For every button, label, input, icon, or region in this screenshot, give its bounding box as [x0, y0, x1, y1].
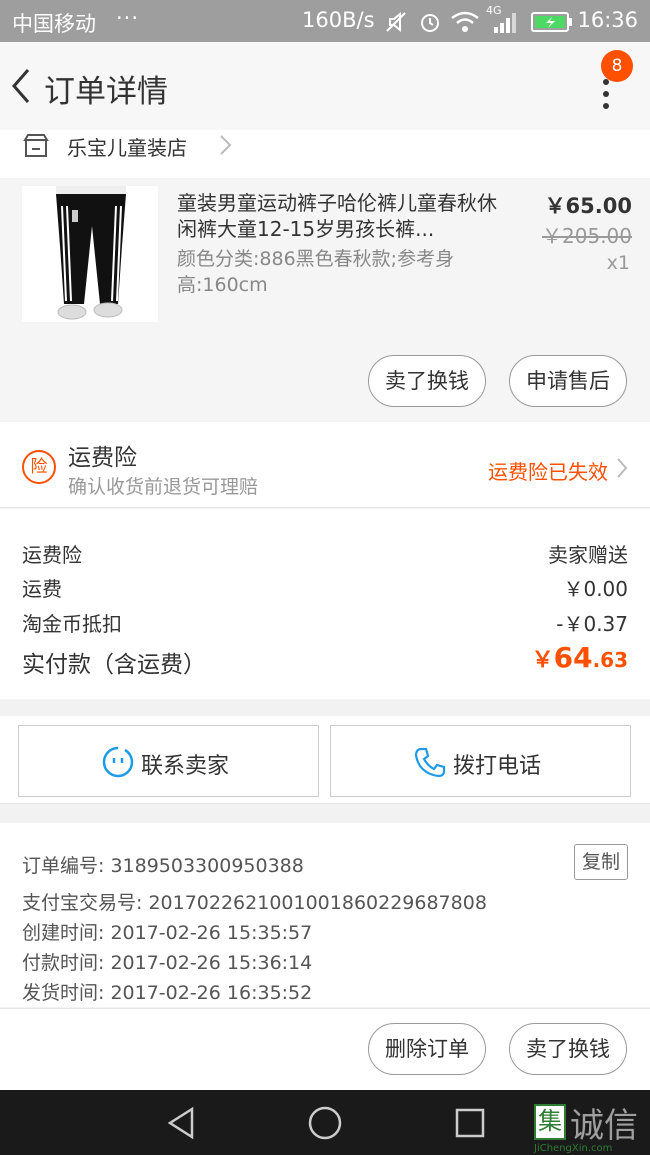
total-amount: ￥64.63 [532, 641, 628, 674]
watermark-text: 诚信 [570, 1106, 638, 1146]
product-thumbnail[interactable] [22, 186, 158, 322]
nav-back-icon[interactable] [166, 1106, 196, 1140]
back-arrow-icon[interactable] [6, 64, 36, 108]
chevron-right-icon [617, 458, 628, 478]
fee-label: 运费 [22, 577, 62, 601]
contact-seller-button[interactable]: 联系卖家 [18, 725, 319, 797]
shipped-time: 发货时间: 2017-02-26 16:35:52 [22, 982, 313, 1004]
status-bar: 中国移动 ··· 160B/s 4G 16:36 [0, 0, 650, 42]
navigation-bar: 订单详情 8 [0, 42, 650, 130]
watermark-url: JiChengXin.com [534, 1143, 613, 1154]
paid-time: 付款时间: 2017-02-26 15:36:14 [22, 952, 313, 974]
insurance-subtitle: 确认收货前退货可理赔 [68, 476, 259, 498]
message-badge: 8 [601, 50, 633, 82]
fee-value: -￥0.37 [556, 612, 628, 636]
fee-value: 卖家赠送 [548, 543, 628, 567]
product-title[interactable]: 童装男童运动裤子哈伦裤儿童春秋休闲裤大童12-15岁男孩长裤... [177, 190, 497, 242]
fee-label: 运费险 [22, 543, 82, 567]
created-time: 创建时间: 2017-02-26 15:35:57 [22, 922, 313, 944]
wifi-icon [451, 11, 479, 32]
nav-home-icon[interactable] [307, 1105, 343, 1141]
product-spec: 颜色分类:886黑色春秋款;参考身高:160cm [177, 248, 455, 296]
pants-image [56, 186, 126, 320]
amount-decimal: .63 [592, 648, 628, 672]
original-price: ￥205.00 [542, 224, 632, 248]
battery-icon [531, 12, 572, 32]
sell-for-cash-button[interactable]: 卖了换钱 [509, 1023, 627, 1075]
total-label: 实付款（含运费） [22, 652, 206, 678]
insurance-icon: 险 [22, 450, 56, 484]
order-info: 订单编号: 3189503300950388 复制 支付宝交易号: 201702… [0, 823, 650, 1007]
chevron-right-icon [220, 135, 232, 155]
call-phone-button[interactable]: 拨打电话 [330, 725, 631, 797]
copy-button[interactable]: 复制 [574, 844, 628, 880]
insurance-status: 运费险已失效 [488, 460, 608, 484]
amount-integer: 64 [553, 641, 593, 674]
insurance-title: 运费险 [68, 445, 137, 471]
apply-after-sales-button[interactable]: 申请售后 [509, 355, 627, 407]
notification-dots: ··· [116, 6, 140, 30]
shop-name: 乐宝儿童装店 [67, 136, 187, 160]
action-bar: 删除订单 卖了换钱 [0, 1008, 650, 1090]
network-speed: 160B/s [302, 8, 375, 32]
delete-order-button[interactable]: 删除订单 [368, 1023, 486, 1075]
fee-value: ￥0.00 [563, 577, 628, 601]
mute-icon [386, 11, 406, 33]
watermark-logo: 集 [534, 1104, 566, 1140]
alarm-icon [421, 14, 439, 32]
phone-icon [414, 747, 446, 778]
shop-row[interactable]: 乐宝儿童装店 [0, 130, 650, 178]
fee-label: 淘金币抵扣 [22, 612, 122, 636]
nav-recents-icon[interactable] [454, 1107, 486, 1139]
clock: 16:36 [577, 8, 638, 32]
carrier-name: 中国移动 [12, 12, 96, 36]
shipping-insurance-row[interactable]: 险 运费险 确认收货前退货可理赔 运费险已失效 [0, 422, 650, 508]
order-number: 订单编号: 3189503300950388 [22, 855, 304, 877]
quantity: x1 [606, 252, 630, 274]
alipay-trade-number: 支付宝交易号: 2017022621001001860229687808 [22, 892, 487, 914]
chat-face-icon [102, 746, 134, 778]
shop-icon [23, 134, 49, 157]
call-phone-label: 拨打电话 [453, 754, 542, 779]
page-title: 订单详情 [44, 74, 168, 110]
sell-for-cash-button[interactable]: 卖了换钱 [368, 355, 486, 407]
fee-summary: 运费险 卖家赠送 运费 ￥0.00 淘金币抵扣 -￥0.37 实付款（含运费） … [0, 509, 650, 699]
contact-section: 联系卖家 拨打电话 [0, 716, 650, 804]
order-item[interactable]: 童装男童运动裤子哈伦裤儿童春秋休闲裤大童12-15岁男孩长裤... 颜色分类:8… [0, 178, 650, 422]
currency-symbol: ￥ [531, 648, 554, 673]
product-price: ￥65.00 [544, 194, 632, 218]
contact-seller-label: 联系卖家 [141, 754, 230, 779]
signal-icon [494, 13, 516, 33]
